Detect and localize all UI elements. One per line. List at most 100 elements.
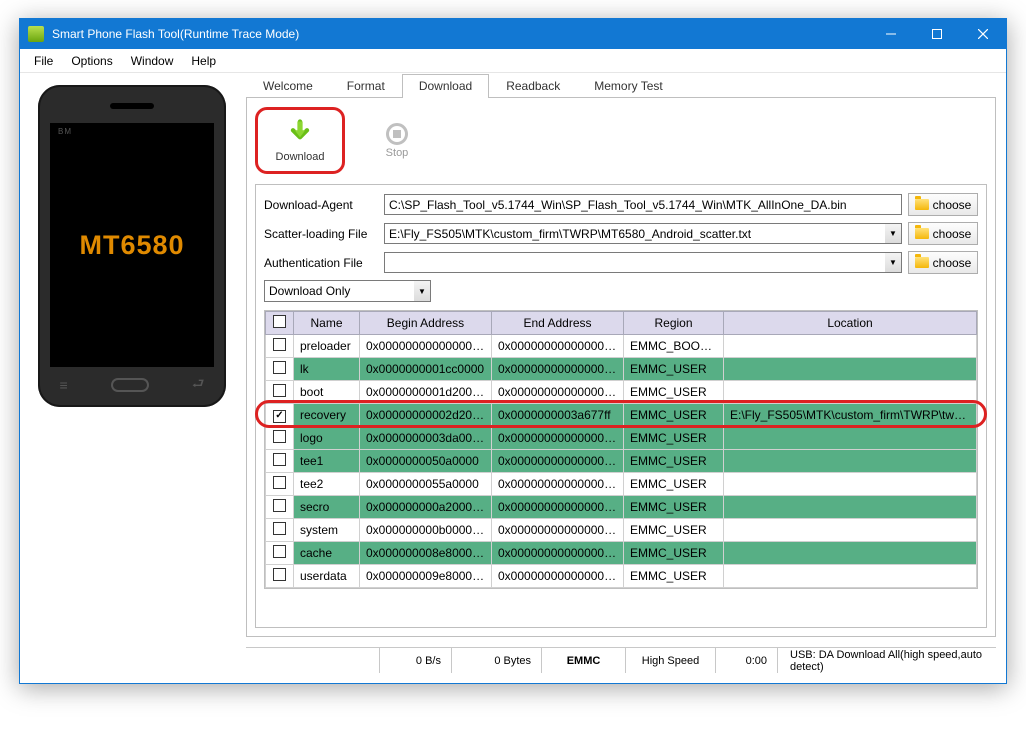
app-icon: [28, 26, 44, 42]
da-choose-button[interactable]: choose: [908, 193, 978, 216]
folder-icon: [915, 228, 929, 239]
cell-region: EMMC_USER: [624, 541, 724, 564]
cell-name: userdata: [294, 564, 360, 587]
table-row[interactable]: cache0x000000008e8000000x000000000000000…: [266, 541, 977, 564]
row-checkbox[interactable]: [273, 499, 286, 512]
cell-name: logo: [294, 426, 360, 449]
cell-end: 0x0000000003a677ff: [492, 404, 624, 427]
row-checkbox[interactable]: [273, 476, 286, 489]
stop-button-label: Stop: [386, 147, 409, 159]
table-row[interactable]: system0x000000000b0000000x00000000000000…: [266, 518, 977, 541]
header-region[interactable]: Region: [624, 312, 724, 335]
status-bar: 0 B/s 0 Bytes EMMC High Speed 0:00 USB: …: [246, 647, 996, 673]
row-checkbox[interactable]: [273, 522, 286, 535]
cell-location: [724, 564, 977, 587]
row-checkbox[interactable]: [273, 410, 286, 423]
maximize-button[interactable]: [914, 19, 960, 49]
row-checkbox[interactable]: [273, 430, 286, 443]
table-row[interactable]: tee10x0000000050a00000x0000000000000000E…: [266, 449, 977, 472]
table-row[interactable]: tee20x0000000055a00000x0000000000000000E…: [266, 472, 977, 495]
scatter-dropdown-arrow[interactable]: ▼: [885, 223, 902, 244]
cell-name: preloader: [294, 335, 360, 358]
auth-dropdown-arrow[interactable]: ▼: [885, 252, 902, 273]
cell-name: lk: [294, 358, 360, 381]
cell-location: E:\Fly_FS505\MTK\custom_firm\TWRP\twrp_s…: [724, 404, 977, 427]
cell-region: EMMC_USER: [624, 381, 724, 404]
cell-name: cache: [294, 541, 360, 564]
cell-region: EMMC_USER: [624, 564, 724, 587]
menu-window[interactable]: Window: [123, 51, 182, 71]
header-end[interactable]: End Address: [492, 312, 624, 335]
tab-readback[interactable]: Readback: [489, 74, 577, 97]
stop-icon: [386, 123, 408, 145]
tab-welcome[interactable]: Welcome: [246, 74, 330, 97]
header-begin[interactable]: Begin Address: [360, 312, 492, 335]
cell-name: system: [294, 518, 360, 541]
minimize-button[interactable]: [868, 19, 914, 49]
row-checkbox[interactable]: [273, 453, 286, 466]
row-checkbox[interactable]: [273, 338, 286, 351]
cell-end: 0x0000000000000000: [492, 518, 624, 541]
cell-location: [724, 335, 977, 358]
status-time: 0:00: [716, 648, 778, 673]
menu-help[interactable]: Help: [183, 51, 224, 71]
download-button[interactable]: Download: [260, 112, 340, 169]
da-input[interactable]: [384, 194, 902, 215]
cell-begin: 0x00000000002d20000: [360, 404, 492, 427]
cell-begin: 0x000000000a200000: [360, 495, 492, 518]
status-usb: USB: DA Download All(high speed,auto det…: [778, 648, 992, 673]
table-row[interactable]: preloader0x00000000000000000x00000000000…: [266, 335, 977, 358]
auth-choose-button[interactable]: choose: [908, 251, 978, 274]
partition-table: Name Begin Address End Address Region Lo…: [264, 310, 978, 589]
cell-region: EMMC_USER: [624, 472, 724, 495]
tabstrip: Welcome Format Download Readback Memory …: [246, 74, 996, 98]
status-empty: [250, 648, 380, 673]
cell-end: 0x0000000000000000: [492, 449, 624, 472]
tab-download[interactable]: Download: [402, 74, 489, 97]
table-row[interactable]: secro0x000000000a2000000x000000000000000…: [266, 495, 977, 518]
cell-region: EMMC_USER: [624, 404, 724, 427]
cell-begin: 0x0000000055a0000: [360, 472, 492, 495]
header-name[interactable]: Name: [294, 312, 360, 335]
cell-begin: 0x000000008e800000: [360, 541, 492, 564]
cell-region: EMMC_BOOT_1: [624, 335, 724, 358]
cell-end: 0x0000000000000000: [492, 358, 624, 381]
phone-menu-icon: ≡: [60, 377, 68, 393]
mode-dropdown-arrow[interactable]: ▼: [414, 280, 431, 302]
auth-input[interactable]: [384, 252, 885, 273]
menu-file[interactable]: File: [26, 51, 61, 71]
cell-begin: 0x0000000000000000: [360, 335, 492, 358]
stop-button[interactable]: Stop: [357, 117, 437, 165]
cell-region: EMMC_USER: [624, 518, 724, 541]
cell-end: 0x0000000000000000: [492, 335, 624, 358]
select-all-checkbox[interactable]: [273, 315, 286, 328]
row-checkbox[interactable]: [273, 545, 286, 558]
tab-format[interactable]: Format: [330, 74, 402, 97]
cell-location: [724, 381, 977, 404]
header-location[interactable]: Location: [724, 312, 977, 335]
table-row[interactable]: recovery0x00000000002d200000x0000000003a…: [266, 404, 977, 427]
scatter-input[interactable]: [384, 223, 885, 244]
header-checkbox[interactable]: [266, 312, 294, 335]
close-button[interactable]: [960, 19, 1006, 49]
status-mode: High Speed: [626, 648, 716, 673]
table-row[interactable]: lk0x0000000001cc00000x0000000000000000EM…: [266, 358, 977, 381]
cell-begin: 0x0000000001d20000: [360, 381, 492, 404]
download-mode-select[interactable]: [264, 280, 414, 302]
scatter-choose-button[interactable]: choose: [908, 222, 978, 245]
download-tab-content: Download Stop Download-Agent choose: [246, 97, 996, 637]
tab-memory-test[interactable]: Memory Test: [577, 74, 679, 97]
table-row[interactable]: boot0x0000000001d200000x0000000000000000…: [266, 381, 977, 404]
table-row[interactable]: logo0x0000000003da00000x0000000000000000…: [266, 426, 977, 449]
table-row[interactable]: userdata0x000000009e8000000x000000000000…: [266, 564, 977, 587]
row-checkbox[interactable]: [273, 361, 286, 374]
phone-preview: BM MT6580 ≡ ⮐: [38, 85, 226, 407]
row-checkbox[interactable]: [273, 384, 286, 397]
window-title: Smart Phone Flash Tool(Runtime Trace Mod…: [52, 27, 868, 41]
cell-location: [724, 541, 977, 564]
titlebar[interactable]: Smart Phone Flash Tool(Runtime Trace Mod…: [20, 19, 1006, 49]
menu-options[interactable]: Options: [63, 51, 120, 71]
cell-end: 0x0000000000000000: [492, 426, 624, 449]
row-checkbox[interactable]: [273, 568, 286, 581]
status-storage: EMMC: [542, 648, 626, 673]
